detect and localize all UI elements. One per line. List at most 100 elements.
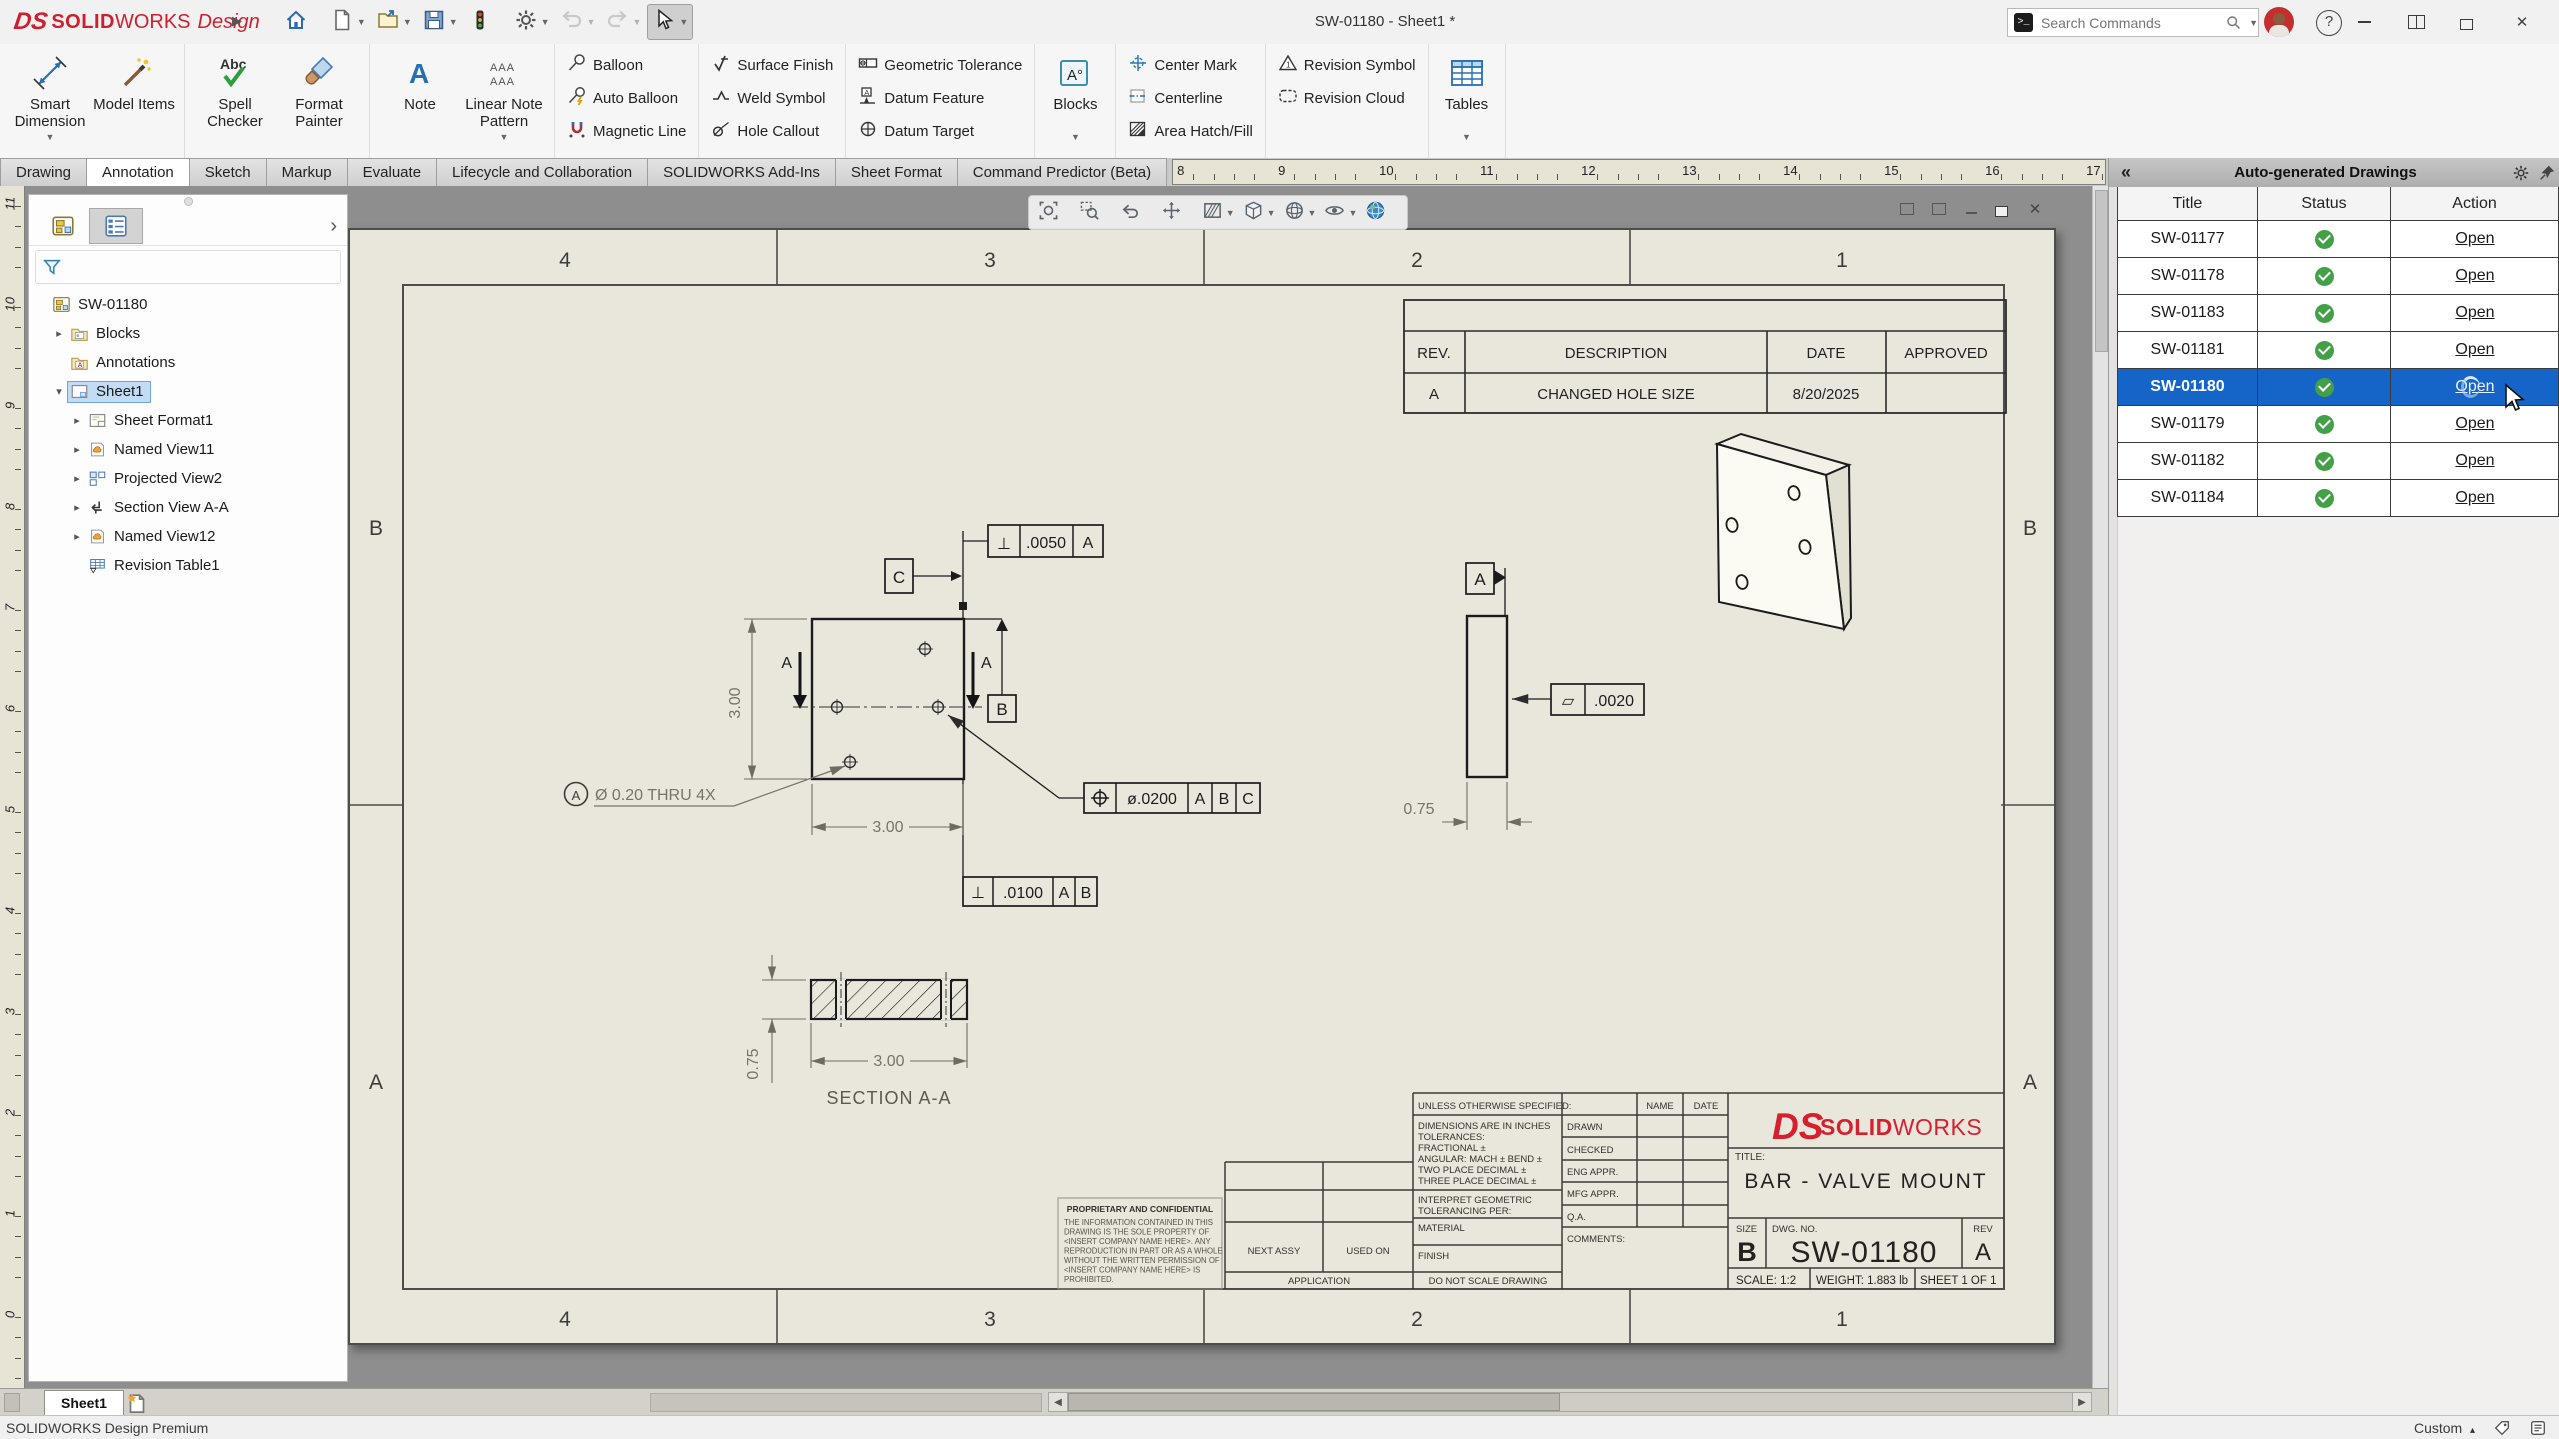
tree-filter-bar[interactable]	[35, 250, 341, 284]
dropdown-arrow-icon[interactable]: ▼	[449, 17, 458, 27]
expand-arrow-icon[interactable]	[51, 385, 67, 398]
dropdown-arrow-icon[interactable]: ▼	[679, 17, 688, 27]
quick-access-button[interactable]: ▼	[647, 4, 693, 40]
expand-arrow-icon[interactable]	[69, 530, 85, 543]
drawing-row[interactable]: SW-01184 Open	[2117, 480, 2559, 517]
ribbon-button[interactable]: Surface Finish	[707, 50, 837, 80]
restore-document-button[interactable]	[1994, 200, 2012, 218]
horizontal-scrollbar[interactable]: ◀ ▶	[1048, 1393, 2092, 1411]
scroll-left-icon[interactable]: ◀	[1048, 1392, 1068, 1412]
open-link[interactable]: Open	[2455, 304, 2494, 322]
view-tool-button[interactable]: ▼	[1321, 200, 1360, 226]
view-tool-button[interactable]: ▼	[1362, 200, 1401, 226]
tree-item[interactable]: Section View A-A	[29, 493, 347, 522]
command-tab[interactable]: Sketch	[189, 158, 267, 186]
ribbon-button[interactable]: Center Mark	[1124, 50, 1241, 80]
tree-item[interactable]: Blocks	[29, 319, 347, 348]
units-selector[interactable]: Custom ▴	[2414, 1420, 2475, 1436]
minimize-document-button[interactable]	[1962, 200, 1980, 218]
drawing-row[interactable]: SW-01182 Open	[2117, 443, 2559, 480]
ribbon-button[interactable]: Geometric Tolerance	[854, 50, 1026, 80]
ribbon-button[interactable]: Hole Callout	[707, 116, 823, 146]
close-button[interactable]: ✕	[2504, 8, 2540, 36]
dropdown-arrow-icon[interactable]: ▼	[587, 17, 596, 27]
property-manager-tab[interactable]	[89, 208, 143, 244]
collapse-panel-button[interactable]: «	[2109, 162, 2143, 183]
expand-arrow-icon[interactable]	[69, 472, 85, 485]
drawing-row[interactable]: SW-01181 Open	[2117, 332, 2559, 369]
quick-access-button[interactable]: ▼	[326, 5, 370, 39]
close-document-button[interactable]: ✕	[2026, 200, 2044, 218]
help-icon[interactable]: ?	[2316, 10, 2342, 36]
new-window-icon[interactable]	[1930, 200, 1948, 218]
tree-item[interactable]: Revision Table1	[29, 551, 347, 580]
view-tool-button[interactable]: ▼	[1158, 200, 1197, 226]
quick-access-button[interactable]: ▼	[372, 5, 416, 39]
ribbon-button[interactable]: Weld Symbol	[707, 83, 829, 113]
view-tool-button[interactable]: ▼	[1076, 200, 1115, 226]
panel-settings-icon[interactable]	[2508, 164, 2534, 182]
ribbon-button[interactable]: Auto Balloon	[563, 83, 682, 113]
ribbon-button[interactable]: 1Revision Symbol	[1274, 50, 1420, 80]
open-link[interactable]: Open	[2455, 341, 2494, 359]
tab-scroll-button[interactable]	[4, 1393, 20, 1412]
open-link[interactable]: Open	[2455, 267, 2494, 285]
drawing-row[interactable]: SW-01180 Open	[2117, 369, 2559, 406]
command-tab[interactable]: Annotation	[86, 158, 190, 186]
drawing-row[interactable]: SW-01179 Open	[2117, 406, 2559, 443]
drawing-row[interactable]: SW-01183 Open	[2117, 295, 2559, 332]
ribbon-button[interactable]: Model Items▼	[92, 48, 176, 142]
ribbon-button[interactable]: Balloon	[563, 50, 647, 80]
vertical-scrollbar[interactable]	[2092, 186, 2109, 1388]
ribbon-button[interactable]: AAAAAALinear Note Pattern▼	[462, 48, 546, 142]
tag-icon[interactable]	[2493, 1419, 2511, 1437]
quick-access-button[interactable]: ▼	[280, 5, 324, 39]
view-tool-button[interactable]: ▼	[1281, 200, 1320, 226]
ribbon-button[interactable]: ANote▼	[378, 48, 462, 142]
dropdown-arrow-icon[interactable]: ▼	[541, 17, 550, 27]
panel-drag-handle[interactable]	[29, 195, 347, 207]
command-tab[interactable]: Drawing	[0, 158, 87, 186]
quick-access-button[interactable]: ▼	[418, 5, 462, 39]
ribbon-button[interactable]: Centerline	[1124, 83, 1226, 113]
isometric-view[interactable]	[1717, 434, 1851, 629]
ribbon-button[interactable]: AbcSpell Checker▼	[193, 48, 277, 142]
panel-expand-chevron[interactable]: ›	[330, 215, 337, 238]
ribbon-button[interactable]: Datum Target	[854, 116, 978, 146]
dropdown-arrow-icon[interactable]: ▼	[403, 17, 412, 27]
open-link[interactable]: Open	[2455, 415, 2494, 433]
tree-item[interactable]: Sheet Format1	[29, 406, 347, 435]
scroll-right-icon[interactable]: ▶	[2072, 1392, 2092, 1412]
add-sheet-icon[interactable]	[124, 1391, 150, 1415]
restore-button[interactable]	[2450, 8, 2486, 36]
command-tab[interactable]: Lifecycle and Collaboration	[436, 158, 648, 186]
view-tool-button[interactable]: ▼	[1240, 200, 1279, 226]
search-icon[interactable]	[2225, 14, 2242, 31]
tree-item[interactable]: SW-01180	[29, 290, 347, 319]
search-dropdown-icon[interactable]: ▼	[2249, 18, 2258, 28]
ribbon-button[interactable]: Tables▼	[1437, 48, 1497, 142]
gdt-frame-perpendicularity-top[interactable]: ⊥ .0050 A	[988, 525, 1103, 557]
drawing-row[interactable]: SW-01178 Open	[2117, 258, 2559, 295]
command-tab[interactable]: Evaluate	[347, 158, 437, 186]
tree-item[interactable]: A Annotations	[29, 348, 347, 377]
note-icon[interactable]	[2529, 1419, 2547, 1437]
open-link[interactable]: Open	[2455, 452, 2494, 470]
dropdown-arrow-icon[interactable]: ▼	[632, 17, 641, 27]
view-tool-button[interactable]: ▼	[1035, 200, 1074, 226]
command-tab[interactable]: SOLIDWORKS Add-Ins	[647, 158, 836, 186]
tree-item[interactable]: Named View11	[29, 435, 347, 464]
expand-arrow-icon[interactable]	[51, 327, 67, 340]
command-tab[interactable]: Sheet Format	[835, 158, 958, 186]
ribbon-button[interactable]: A°Blocks▼	[1043, 48, 1107, 142]
search-input[interactable]	[2039, 14, 2225, 32]
drawing-row[interactable]: SW-01177 Open	[2117, 221, 2559, 258]
command-tab[interactable]: Markup	[266, 158, 348, 186]
split-view-button[interactable]	[2398, 8, 2434, 36]
tree-item[interactable]: Named View12	[29, 522, 347, 551]
tree-item[interactable]: Sheet1	[29, 377, 347, 406]
quick-access-button[interactable]: ▼	[601, 5, 645, 39]
scrollbar-thumb[interactable]	[1068, 1393, 1560, 1411]
featuremanager-tree-tab[interactable]	[37, 209, 89, 243]
previous-window-icon[interactable]	[1898, 200, 1916, 218]
